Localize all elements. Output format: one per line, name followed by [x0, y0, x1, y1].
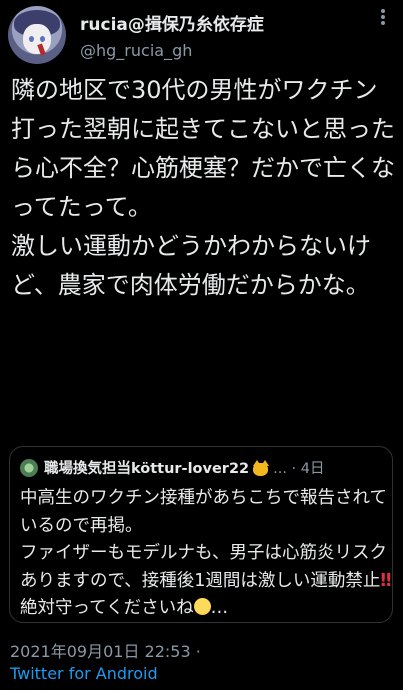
- quoted-text-end: 絶対守ってくださいね: [20, 598, 194, 618]
- more-dot: [381, 21, 385, 25]
- plant-avatar-icon[interactable]: [20, 458, 38, 477]
- more-dot: [381, 9, 385, 13]
- author-avatar[interactable]: [8, 6, 66, 64]
- author-names[interactable]: rucia@揖保乃糸依存症 @hg_rucia_gh: [80, 10, 365, 60]
- tweet-text: 隣の地区で30代の男性がワクチン打った翌朝に起きてこないと思ったら心不全？心筋梗…: [11, 76, 395, 299]
- double-exclamation-icon: ‼: [380, 570, 391, 591]
- more-options-icon[interactable]: [375, 8, 393, 26]
- avatar-face: [23, 24, 51, 54]
- quoted-text-ellipsis: …: [210, 598, 229, 618]
- tweet-timestamp[interactable]: 2021年09月01日 22:53 ·: [10, 638, 201, 662]
- author-display-name[interactable]: rucia@揖保乃糸依存症: [80, 10, 365, 35]
- quoted-author-name[interactable]: 職場換気担当köttur-lover22: [44, 461, 249, 477]
- quoted-tweet-text: 中高生のワクチン接種があちこちで報告されているので再掲。 ファイザーもモデルナも…: [20, 485, 391, 623]
- tweet-source-link[interactable]: Twitter for Android: [10, 664, 158, 683]
- author-handle[interactable]: @hg_rucia_gh: [80, 41, 365, 60]
- avatar-eye: [40, 36, 45, 42]
- quoted-tweet-header: 職場換気担当köttur-lover22 ... · 4日: [20, 457, 384, 479]
- quoted-text-main: 中高生のワクチン接種があちこちで報告されているので再掲。 ファイザーもモデルナも…: [20, 488, 387, 591]
- quoted-tweet[interactable]: 職場換気担当köttur-lover22 ... · 4日 中高生のワクチン接種が…: [9, 446, 393, 623]
- more-dot: [381, 15, 385, 19]
- cat-face-emoji-icon: [252, 459, 270, 476]
- smiling-face-emoji-icon: [193, 598, 211, 615]
- quoted-tweet-meta: ... · 4日: [273, 461, 325, 477]
- avatar-eye: [29, 36, 34, 42]
- tweet-header: rucia@揖保乃糸依存症 @hg_rucia_gh: [8, 6, 395, 66]
